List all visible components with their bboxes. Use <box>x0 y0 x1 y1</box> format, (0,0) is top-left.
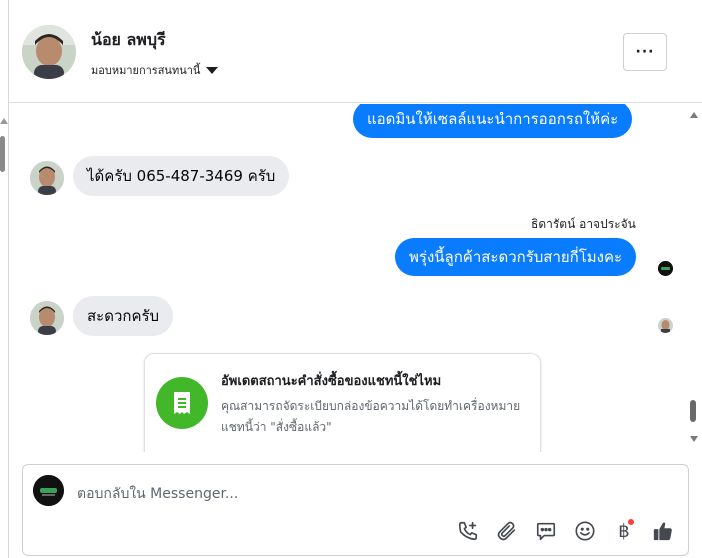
assign-conversation-label: มอบหมายการสนทนานี้ <box>91 64 201 77</box>
seen-by-page-avatar <box>658 261 673 276</box>
message-incoming: ได้ครับ 065-487-3469 ครับ <box>73 156 290 196</box>
phone-plus-icon[interactable] <box>455 518 481 544</box>
assign-conversation-dropdown[interactable]: มอบหมายการสนทนานี้ <box>91 61 219 79</box>
scroll-down-arrow-icon[interactable] <box>690 436 698 442</box>
scroll-thumb[interactable] <box>690 400 696 422</box>
page-avatar <box>33 475 64 506</box>
card-title: อัพเดตสถานะคำสั่งซื้อของแชทนี้ใช่ไหม <box>221 374 442 389</box>
contact-avatar-small <box>30 301 64 335</box>
conversation-header: น้อย ลพบุรี มอบหมายการสนทนานี้ ··· <box>9 0 702 103</box>
contact-avatar[interactable] <box>22 25 76 79</box>
notification-dot <box>627 518 635 526</box>
thread-scrollbar[interactable] <box>688 108 702 450</box>
more-options-button[interactable]: ··· <box>623 33 667 71</box>
paperclip-icon[interactable] <box>494 518 520 544</box>
sender-name: ธิดารัตน์ อาจประจัน <box>531 217 636 231</box>
receipt-icon <box>156 377 208 429</box>
seen-by-contact-avatar <box>658 318 673 333</box>
caret-down-icon <box>206 66 219 74</box>
emoji-icon[interactable] <box>572 518 598 544</box>
reply-input[interactable] <box>77 483 497 505</box>
scroll-up-arrow-icon[interactable] <box>690 112 698 118</box>
message-outgoing: แอดมินให้เซลล์แนะนำการออกรถให้ค่ะ <box>353 104 633 138</box>
order-status-prompt-card[interactable]: อัพเดตสถานะคำสั่งซื้อของแชทนี้ใช่ไหม คุณ… <box>144 353 541 452</box>
outer-scroll-up-arrow[interactable] <box>0 118 8 124</box>
message-composer: ฿ <box>22 464 689 556</box>
outer-scroll-thumb[interactable] <box>0 136 5 172</box>
contact-avatar-small <box>30 161 64 195</box>
message-thread[interactable]: แอดมินให้เซลล์แนะนำการออกรถให้ค่ะ ได้ครั… <box>9 104 702 452</box>
thumbs-up-icon[interactable] <box>650 518 676 544</box>
composer-toolbar: ฿ <box>455 517 689 545</box>
message-incoming: สะดวกครับ <box>73 296 174 336</box>
contact-name: น้อย ลพบุรี <box>91 30 166 49</box>
card-description: คุณสามารถจัดระเบียบกล่องข้อความได้โดยทำเ… <box>221 399 521 434</box>
outer-scrollbar[interactable] <box>0 100 8 558</box>
chat-reply-icon[interactable] <box>533 518 559 544</box>
message-outgoing: พรุ่งนี้ลูกค้าสะดวกรับสายกี่โมงคะ <box>395 238 637 276</box>
baht-payment-icon[interactable]: ฿ <box>611 518 637 544</box>
